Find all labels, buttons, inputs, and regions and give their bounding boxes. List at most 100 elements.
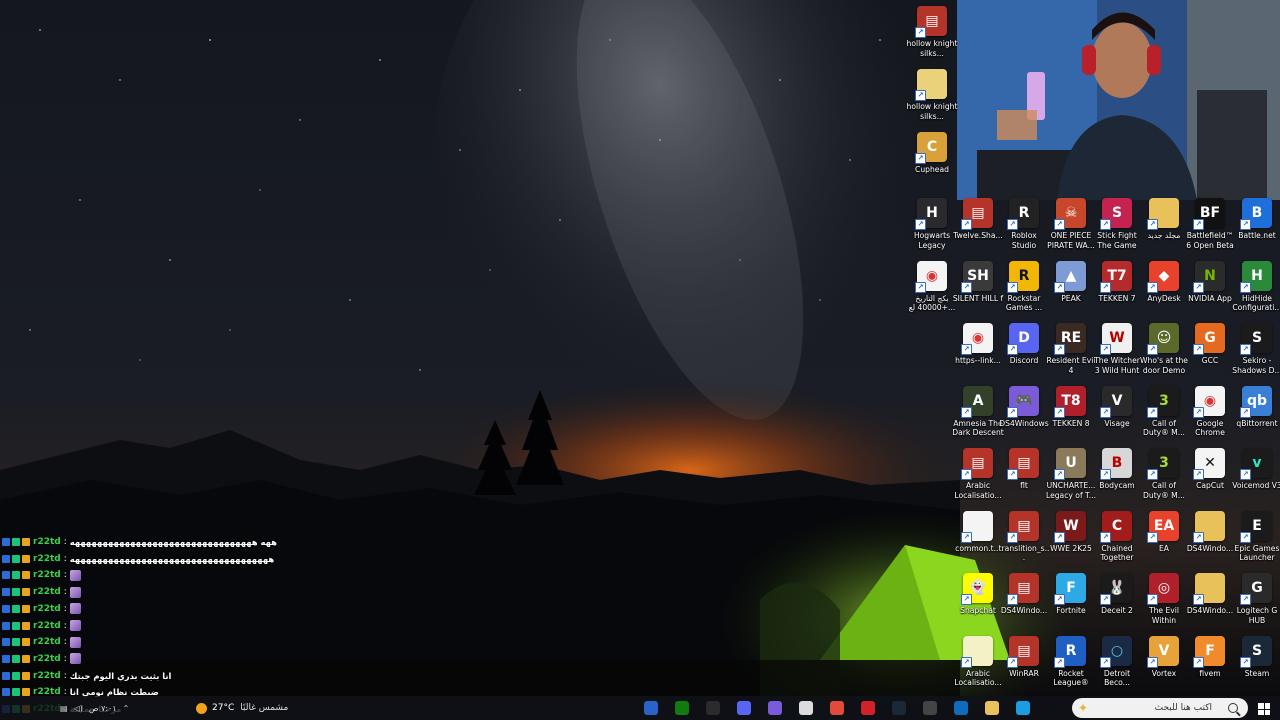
show-hidden-icons-icon[interactable]: ⌃ bbox=[123, 704, 130, 713]
desktop-icon-twelve-sha[interactable]: ▤ ↗ Twelve.Sha... bbox=[953, 198, 1003, 241]
desktop-icon-rocket-league[interactable]: R ↗ Rocket League® bbox=[1048, 635, 1094, 689]
desktop-icon-fivem[interactable]: F ↗ fivem bbox=[1187, 635, 1233, 679]
desktop-icon-tekken-8[interactable]: T8 ↗ TEKKEN 8 bbox=[1048, 385, 1094, 429]
taskbar-ds4-button[interactable] bbox=[766, 699, 784, 717]
desktop-icon-winrar[interactable]: ▤ ↗ WinRAR bbox=[1001, 635, 1047, 679]
desktop-icon-hollow-knight-silks[interactable]: ↗ hollow knight silks... bbox=[907, 69, 957, 122]
taskbar-hogwarts-button[interactable] bbox=[642, 699, 660, 717]
desktop-icon-silent-hill-f[interactable]: SH ↗ SILENT HILL f bbox=[953, 260, 1003, 304]
taskbar-settings-button[interactable] bbox=[921, 699, 939, 717]
chat-message: r22td: bbox=[2, 619, 81, 633]
desktop-icon-rockstar-games[interactable]: R ↗ Rockstar Games ... bbox=[1001, 260, 1047, 314]
desktop-icon-fortnite[interactable]: F ↗ Fortnite bbox=[1048, 573, 1094, 616]
desktop-icon-uncharte-legacy-of-t[interactable]: U ↗ UNCHARTE... Legacy of T... bbox=[1046, 448, 1096, 501]
search-box[interactable]: ✦ اكتب هنا للبحث bbox=[1072, 698, 1248, 718]
desktop-icon-item[interactable]: ↗ مجلد جديد bbox=[1141, 198, 1187, 241]
desktop-icon-snapchat[interactable]: 👻 ↗ Snapchat bbox=[955, 573, 1001, 616]
desktop-icon-label: Deceit 2 bbox=[1101, 606, 1133, 615]
ds4-icon bbox=[768, 701, 782, 715]
desktop-icon-label: Stick Fight The Game bbox=[1097, 231, 1137, 250]
desktop-icon-hogwarts-legacy[interactable]: H ↗ Hogwarts Legacy bbox=[909, 198, 955, 251]
desktop-icon-https-link[interactable]: ◉ ↗ https--link... bbox=[955, 323, 1001, 366]
desktop-icon-40000[interactable]: ◉ ↗ بكج التاريخ +40000 لع... bbox=[909, 260, 955, 314]
desktop-icon-call-of-duty-m[interactable]: 3 ↗ Call of Duty® M... bbox=[1141, 448, 1187, 501]
desktop-icon-sekiro-shadows-d[interactable]: S ↗ Sekiro - Shadows D... bbox=[1232, 323, 1280, 376]
desktop-icon-google-chrome[interactable]: ◉ ↗ Google Chrome bbox=[1187, 385, 1233, 439]
start-button[interactable] bbox=[1258, 703, 1270, 715]
chat-emote-icon bbox=[69, 603, 81, 615]
desktop-icon-one-piece-pirate-wa[interactable]: ☠ ↗ ONE PIECE PIRATE WA... bbox=[1047, 198, 1095, 251]
desktop-icon-steam[interactable]: S ↗ Steam bbox=[1234, 635, 1280, 679]
desktop-icon-ds4windo[interactable]: ↗ DS4Windo... bbox=[1187, 573, 1233, 616]
taskbar-file-explorer-button[interactable] bbox=[983, 699, 1001, 717]
badge-icon bbox=[2, 638, 10, 647]
chat-emote-icon bbox=[69, 653, 81, 665]
desktop-icon-common-t[interactable]: ↗ common.t... bbox=[955, 510, 1001, 554]
desktop-icon-bodycam[interactable]: B ↗ Bodycam bbox=[1094, 448, 1140, 491]
taskbar-calendar-button[interactable] bbox=[797, 699, 815, 717]
desktop-icon-visage[interactable]: V ↗ Visage bbox=[1094, 385, 1140, 429]
taskbar-rockstar-button[interactable] bbox=[859, 699, 877, 717]
desktop-icon-the-evil-within[interactable]: ◎ ↗ The Evil Within bbox=[1141, 573, 1187, 626]
desktop-icon-nvidia-app[interactable]: N ↗ NVIDIA App bbox=[1187, 260, 1233, 304]
ds4windows-icon: 🎮 ↗ bbox=[1007, 385, 1039, 418]
taskbar-steam-button[interactable] bbox=[890, 699, 908, 717]
desktop-icon-gcc[interactable]: G ↗ GCC bbox=[1187, 323, 1233, 366]
desktop-icon-battle-net[interactable]: B ↗ Battle.net bbox=[1234, 198, 1280, 241]
desktop-icon-discord[interactable]: D ↗ Discord bbox=[1001, 323, 1047, 366]
desktop-icon-stick-fight-the-game[interactable]: S ↗ Stick Fight The Game bbox=[1094, 198, 1140, 251]
desktop-icon-resident-evil-4[interactable]: RE ↗ Resident Evil 4 bbox=[1047, 323, 1095, 376]
taskbar-xbox-button[interactable] bbox=[673, 699, 691, 717]
desktop-icon-flt[interactable]: ▤ ↗ flt bbox=[1001, 448, 1047, 491]
weather-widget[interactable]: 27°C مشمس غالبًا bbox=[196, 700, 288, 716]
taskbar-chrome-button[interactable] bbox=[828, 699, 846, 717]
desktop-icon-tekken-7[interactable]: T7 ↗ TEKKEN 7 bbox=[1094, 260, 1140, 304]
desktop-icon-anydesk[interactable]: ◆ ↗ AnyDesk bbox=[1141, 260, 1187, 304]
desktop-icon-label: DS4Windo... bbox=[1186, 543, 1234, 553]
desktop-icon-chained-together[interactable]: C ↗ Chained Together bbox=[1094, 510, 1140, 564]
taskbar-edge-button[interactable] bbox=[1014, 699, 1032, 717]
desktop-icon-amnesia-the-dark-descent[interactable]: A ↗ Amnesia The Dark Descent bbox=[952, 385, 1004, 439]
shortcut-arrow-icon: ↗ bbox=[1240, 594, 1251, 605]
taskbar-outlook-button[interactable] bbox=[952, 699, 970, 717]
desktop-icon-label: Twelve.Sha... bbox=[953, 231, 1003, 240]
desktop-icon-ds4windo[interactable]: ▤ ↗ DS4Windo... bbox=[1001, 573, 1047, 616]
desktop-icon-capcut[interactable]: ✕ ↗ CapCut bbox=[1187, 448, 1233, 491]
desktop-icon-ds4windows[interactable]: 🎮 ↗ DS4Windows bbox=[999, 385, 1049, 429]
desktop-icon-wwe-2k25[interactable]: W ↗ WWE 2K25 bbox=[1048, 510, 1094, 554]
desktop-icon-battlefield-6-open-beta[interactable]: BF ↗ Battlefield™ 6 Open Beta bbox=[1186, 198, 1234, 251]
shortcut-arrow-icon: ↗ bbox=[1240, 531, 1251, 543]
desktop-icon-roblox-studio[interactable]: R ↗ Roblox Studio bbox=[1001, 198, 1047, 251]
desktop-icon-logitech-g-hub[interactable]: G ↗ Logitech G HUB bbox=[1234, 573, 1280, 626]
desktop-icon-arabic-localisatio[interactable]: ▤ ↗ Arabic Localisatio... bbox=[954, 448, 1002, 501]
clock[interactable]: ٧:٠١ ص bbox=[89, 704, 117, 713]
chat-message: r22td: bbox=[2, 568, 81, 582]
volume-icon[interactable]: ◁) bbox=[74, 704, 83, 713]
shortcut-arrow-icon: ↗ bbox=[1147, 344, 1158, 355]
desktop-icon-vortex[interactable]: V ↗ Vortex bbox=[1141, 635, 1187, 679]
taskbar-discord-button[interactable] bbox=[735, 699, 753, 717]
desktop-icon-qbittorrent[interactable]: qb ↗ qBittorrent bbox=[1234, 385, 1280, 429]
desktop-icon-detroit-beco[interactable]: ○ ↗ Detroit Beco... bbox=[1094, 635, 1140, 689]
desktop-icon-cuphead[interactable]: C ↗ Cuphead bbox=[909, 132, 955, 175]
desktop-icon-who-s-at-the-door-demo[interactable]: ☺ ↗ Who's at the door Demo bbox=[1140, 323, 1188, 376]
desktop-icon-the-witcher-3-wild-hunt[interactable]: W ↗ The Witcher 3 Wild Hunt bbox=[1094, 323, 1140, 376]
desktop-icon-hidhide-configurati[interactable]: H ↗ HidHide Configurati... bbox=[1232, 260, 1280, 314]
desktop-icon-hollow-knight-silks[interactable]: ▤ ↗ hollow knight silks... bbox=[907, 6, 957, 59]
network-icon[interactable]: ▤ bbox=[60, 704, 68, 713]
desktop-icon-epic-games-launcher[interactable]: E ↗ Epic Games Launcher bbox=[1234, 510, 1280, 564]
capcut-icon: ✕ ↗ bbox=[1193, 448, 1225, 480]
desktop-icon-peak[interactable]: ▲ ↗ PEAK bbox=[1048, 260, 1094, 304]
shortcut-arrow-icon: ↗ bbox=[1007, 469, 1018, 480]
desktop-icon-ea[interactable]: EA ↗ EA bbox=[1141, 510, 1187, 554]
desktop-icon-voicemod-v3[interactable]: v ↗ Voicemod V3 bbox=[1232, 448, 1280, 491]
desktop-icon-call-of-duty-m[interactable]: 3 ↗ Call of Duty® M... bbox=[1141, 385, 1187, 439]
taskbar-nvidia-button[interactable] bbox=[704, 699, 722, 717]
desktop-icon-translition-s[interactable]: ▤ ↗ translition_s... bbox=[999, 510, 1049, 564]
chat-username: r22td bbox=[33, 537, 61, 547]
one-piece-pirate-wa-icon: ☠ ↗ bbox=[1054, 198, 1086, 230]
ds4windo-icon: ↗ bbox=[1193, 573, 1225, 605]
desktop-icon-deceit-2[interactable]: 🐰 ↗ Deceit 2 bbox=[1094, 573, 1140, 616]
desktop-icon-ds4windo[interactable]: ↗ DS4Windo... bbox=[1186, 510, 1234, 554]
desktop-icon-arabic-localisatio[interactable]: ↗ Arabic Localisatio... bbox=[954, 635, 1002, 689]
